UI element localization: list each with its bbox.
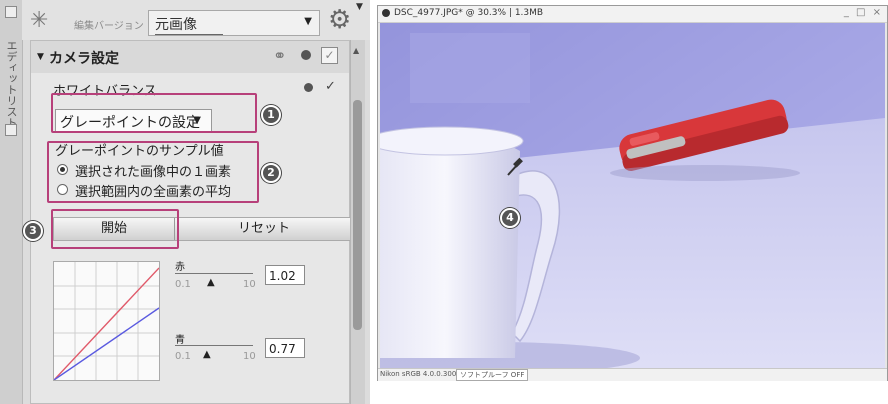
red-slider-max: 10 — [243, 279, 256, 290]
status-bar: Nikon sRGB 4.0.0.3002 ソフトプルーフ OFF — [378, 368, 887, 381]
enable-checkbox[interactable]: ✓ — [321, 47, 338, 64]
reset-dot-icon[interactable] — [301, 50, 311, 60]
version-value: 元画像 — [155, 14, 223, 35]
color-profile-label: Nikon sRGB 4.0.0.3002 — [380, 370, 461, 378]
blue-slider[interactable]: 0.1 ▲ 10 — [175, 339, 256, 363]
version-select[interactable]: 元画像 ▼ — [148, 10, 320, 36]
adjustment-panel: エディットリスト ✳ 編集バージョン 元画像 ▼ ⚙ ▼ ▼ カメラ設定 ⚭ ✓… — [0, 0, 370, 404]
camera-settings-section: ▼ カメラ設定 ⚭ ✓ ホワイトバランス ✓ グレーポイントの設定 ▼ 1 グレ… — [23, 40, 351, 404]
callout-badge-1: 1 — [261, 105, 281, 125]
soft-proof-toggle[interactable]: ソフトプルーフ OFF — [456, 369, 529, 381]
blue-slider-max: 10 — [243, 351, 256, 362]
blue-curve — [54, 307, 159, 380]
red-slider[interactable]: 0.1 ▲ 10 — [175, 267, 256, 291]
window-titlebar[interactable]: DSC_4977.JPG* @ 30.3% | 1.3MB _ □ × — [378, 6, 887, 23]
callout-badge-4: 4 — [500, 208, 520, 228]
blue-slider-min: 0.1 — [175, 351, 191, 362]
red-slider-thumb[interactable]: ▲ — [207, 277, 215, 288]
image-window: DSC_4977.JPG* @ 30.3% | 1.3MB _ □ × 4 Ni… — [377, 5, 888, 381]
scrollbar-thumb[interactable] — [353, 100, 362, 330]
version-label: 編集バージョン — [74, 21, 144, 32]
section-header[interactable]: ▼ カメラ設定 ⚭ ✓ — [31, 41, 349, 73]
vertical-scrollbar[interactable]: ▲ — [350, 40, 365, 404]
panel-toggle-icon[interactable] — [5, 124, 17, 136]
callout-badge-3: 3 — [23, 221, 43, 241]
scroll-up-icon[interactable]: ▲ — [353, 46, 359, 55]
red-curve — [54, 267, 159, 380]
gear-icon[interactable]: ⚙ — [328, 7, 351, 33]
blue-value-field[interactable]: 0.77 — [265, 338, 305, 358]
link-icon[interactable]: ⚭ — [273, 46, 286, 65]
tone-curve-graph — [53, 261, 160, 381]
callout-badge-2: 2 — [261, 163, 281, 183]
highlight-box-1 — [51, 93, 257, 133]
white-balance-check-icon[interactable]: ✓ — [325, 79, 336, 94]
window-controls[interactable]: _ □ × — [844, 7, 883, 18]
window-title: DSC_4977.JPG* @ 30.3% | 1.3MB — [394, 8, 544, 18]
sparkle-icon: ✳ — [30, 8, 49, 33]
blue-slider-thumb[interactable]: ▲ — [203, 349, 211, 360]
section-title: カメラ設定 — [49, 51, 119, 67]
white-balance-reset-icon[interactable] — [304, 83, 313, 92]
expand-triangle-icon[interactable]: ▼ — [37, 52, 44, 62]
chevron-down-icon: ▼ — [304, 16, 312, 27]
red-value-field[interactable]: 1.02 — [265, 265, 305, 285]
edit-list-tab[interactable]: エディットリスト — [3, 40, 18, 128]
red-slider-min: 0.1 — [175, 279, 191, 290]
dropdown-triangle-icon[interactable]: ▼ — [356, 2, 363, 12]
highlight-box-2 — [47, 141, 259, 203]
photo-canvas[interactable]: 4 — [380, 23, 885, 368]
app-icon — [382, 9, 390, 17]
collapse-icon[interactable] — [5, 6, 17, 18]
side-tab-strip: エディットリスト — [0, 0, 23, 404]
reset-button[interactable]: リセット — [194, 218, 334, 240]
highlight-box-3 — [51, 209, 179, 249]
